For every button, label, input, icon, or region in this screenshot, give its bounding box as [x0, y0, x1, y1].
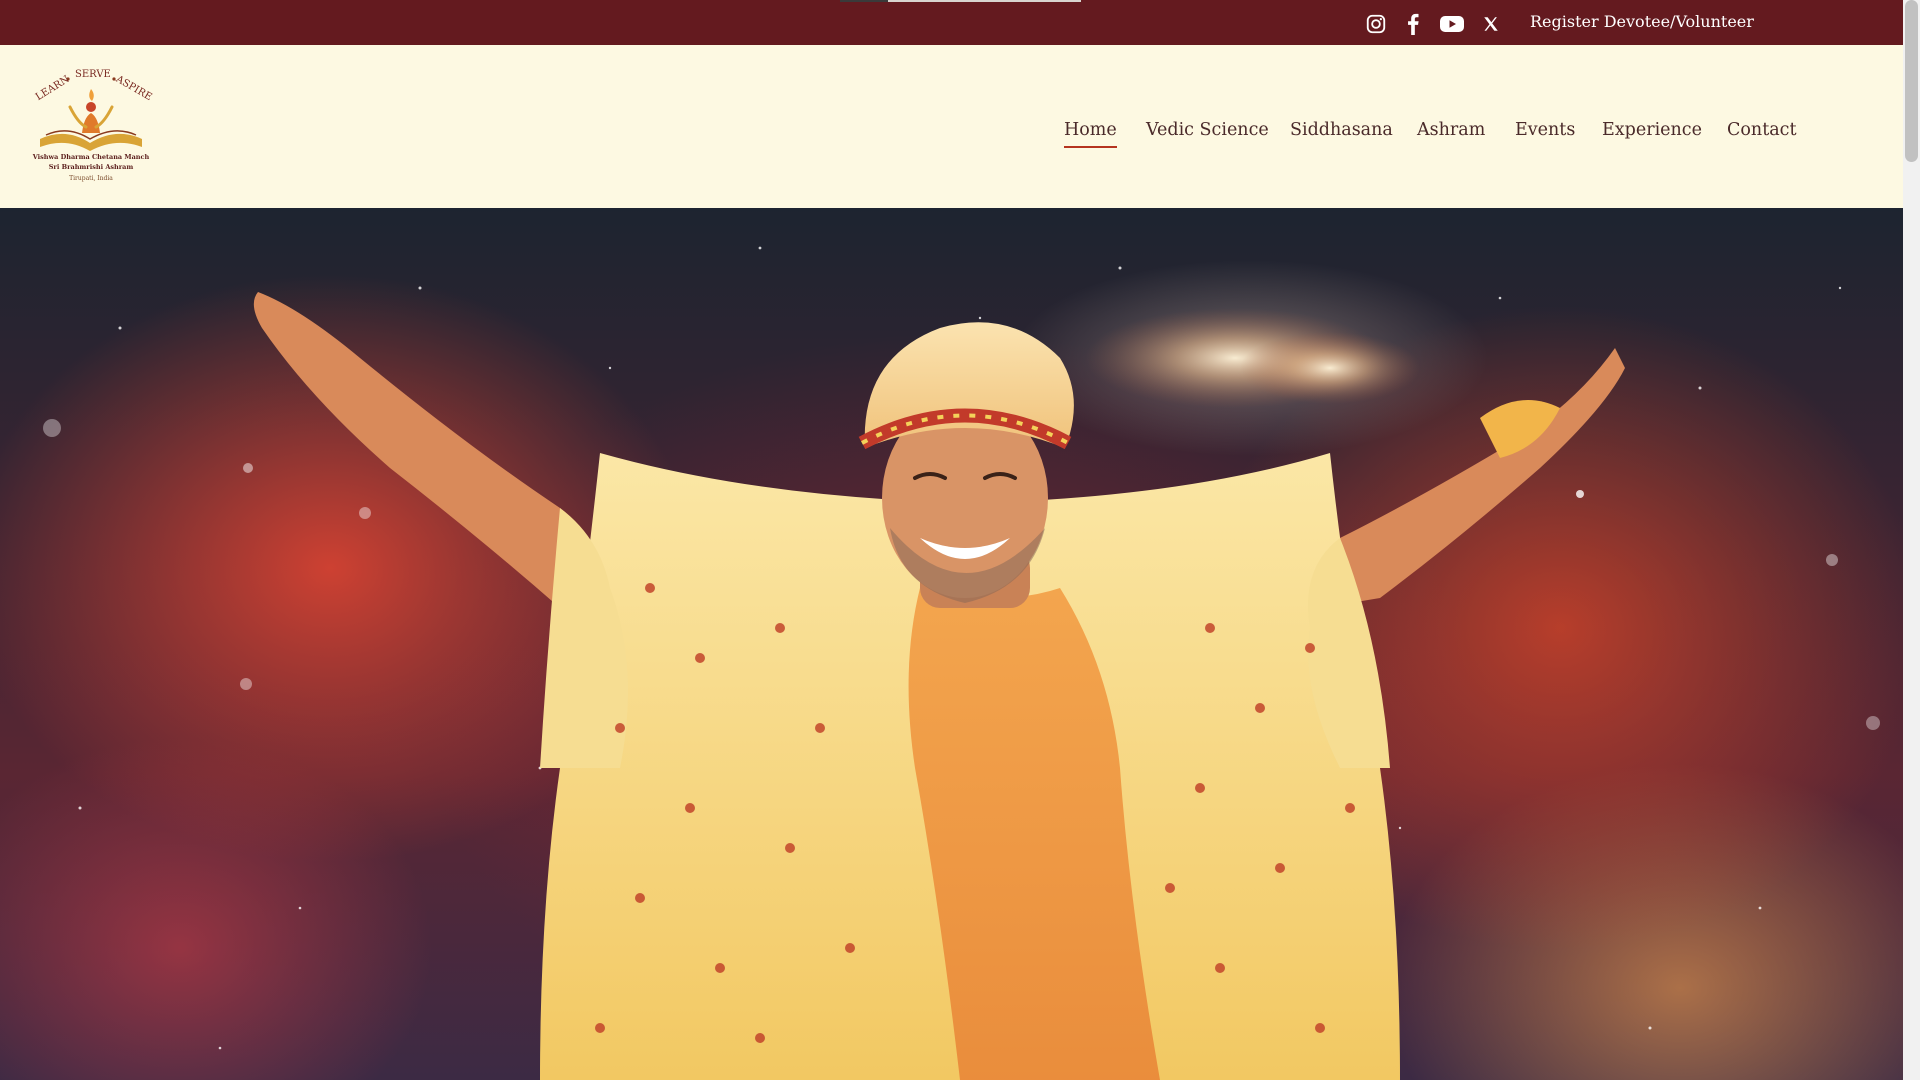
top-strip-dark — [840, 0, 888, 2]
hero-banner — [0, 208, 1903, 1080]
nav-item-experience[interactable]: Experience — [1602, 116, 1702, 144]
nav-item-siddhasana[interactable]: Siddhasana — [1290, 116, 1393, 144]
logo-word-serve: SERVE — [75, 69, 111, 80]
instagram-icon[interactable] — [1364, 12, 1388, 36]
logo-location: Tirupati, India — [69, 175, 113, 182]
youtube-icon[interactable] — [1438, 12, 1466, 36]
top-bar: Register Devotee/Volunteer — [0, 0, 1903, 45]
nav-item-ashram[interactable]: Ashram — [1417, 116, 1485, 144]
nav-item-contact[interactable]: Contact — [1727, 116, 1797, 144]
site-logo[interactable]: LEARN SERVE ASPIRE Vishwa Dharma Chetana… — [26, 67, 156, 185]
page-scrollbar[interactable] — [1903, 0, 1920, 1080]
logo-ashram-name: Sri Brahmrishi Ashram — [48, 163, 134, 171]
facebook-icon[interactable] — [1401, 12, 1425, 36]
logo-org-name: Vishwa Dharma Chetana Manch — [32, 153, 150, 161]
x-icon[interactable] — [1479, 12, 1503, 36]
nav-item-home[interactable]: Home — [1064, 116, 1117, 148]
scrollbar-thumb[interactable] — [1905, 0, 1918, 162]
hero-image — [43, 246, 1880, 1080]
top-strip-light — [888, 0, 1081, 2]
nav-item-vedic-science[interactable]: Vedic Science — [1146, 116, 1269, 144]
nav-item-events[interactable]: Events — [1515, 116, 1575, 144]
register-devotee-volunteer-link[interactable]: Register Devotee/Volunteer — [1530, 10, 1754, 34]
